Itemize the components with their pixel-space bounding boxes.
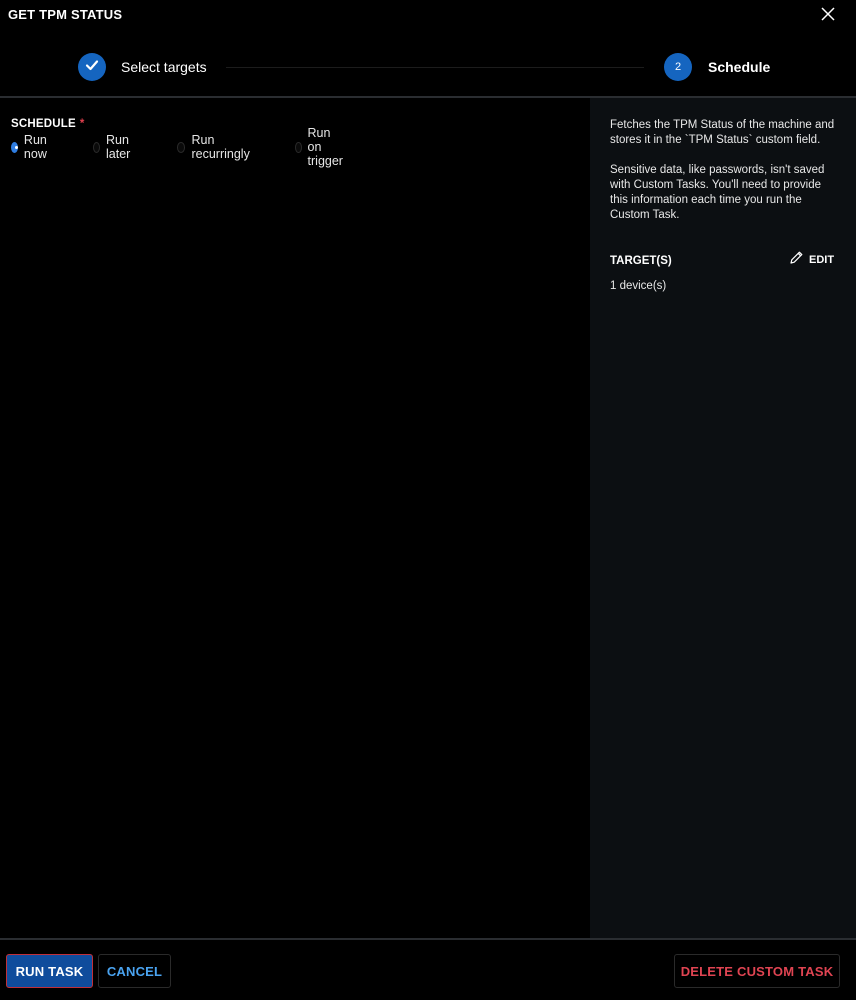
- cancel-button[interactable]: CANCEL: [98, 954, 171, 988]
- description-text: Fetches the TPM Status of the machine an…: [610, 119, 835, 146]
- step-1-label[interactable]: Select targets: [121, 59, 207, 75]
- close-icon[interactable]: [818, 4, 838, 24]
- wizard-stepper: Select targets 2 Schedule: [0, 40, 856, 96]
- required-marker: *: [79, 118, 85, 130]
- schedule-label: SCHEDULE *: [11, 118, 85, 130]
- task-info-panel: Fetches the TPM Status of the machine an…: [590, 98, 856, 938]
- radio-unselected-icon[interactable]: [295, 141, 302, 153]
- radio-label: Run now: [23, 133, 47, 161]
- schedule-label-text: SCHEDULE: [11, 118, 76, 130]
- delete-custom-task-button[interactable]: DELETE CUSTOM TASK: [674, 954, 840, 988]
- check-icon: [84, 57, 100, 78]
- run-task-button[interactable]: RUN TASK: [6, 954, 93, 988]
- step-2-label: Schedule: [708, 59, 771, 75]
- radio-run-now[interactable]: Run now: [11, 133, 51, 161]
- radio-selected-icon[interactable]: [11, 141, 18, 153]
- radio-label: Run on trigger: [307, 126, 343, 168]
- radio-run-recurringly[interactable]: Run recurringly: [177, 133, 252, 161]
- pencil-icon: [789, 250, 804, 270]
- get-tpm-status-dialog: GET TPM STATUS Select targets 2 Schedule…: [0, 0, 856, 1000]
- dialog-title: GET TPM STATUS: [8, 7, 123, 22]
- schedule-section: SCHEDULE * Run now Run later Run recurrin…: [0, 98, 590, 938]
- sensitive-data-note: Sensitive data, like passwords, isn't sa…: [610, 164, 825, 221]
- radio-run-on-trigger[interactable]: Run on trigger: [295, 126, 347, 168]
- dialog-header: GET TPM STATUS: [0, 0, 856, 30]
- step-1-completed[interactable]: [78, 53, 106, 81]
- step-2-active: 2: [664, 53, 692, 81]
- edit-targets-button[interactable]: EDIT: [789, 250, 835, 270]
- dialog-footer: RUN TASK CANCEL DELETE CUSTOM TASK: [0, 940, 856, 1000]
- task-description: Fetches the TPM Status of the machine an…: [610, 118, 840, 223]
- radio-label: Run recurringly: [191, 133, 250, 161]
- radio-unselected-icon[interactable]: [177, 141, 186, 153]
- radio-run-later[interactable]: Run later: [93, 133, 134, 161]
- radio-label: Run later: [106, 133, 131, 161]
- targets-label: TARGET(S): [610, 255, 672, 267]
- radio-unselected-icon[interactable]: [93, 141, 101, 153]
- stepper-connector: [226, 67, 644, 68]
- edit-label: EDIT: [809, 254, 835, 266]
- targets-count: 1 device(s): [610, 280, 667, 292]
